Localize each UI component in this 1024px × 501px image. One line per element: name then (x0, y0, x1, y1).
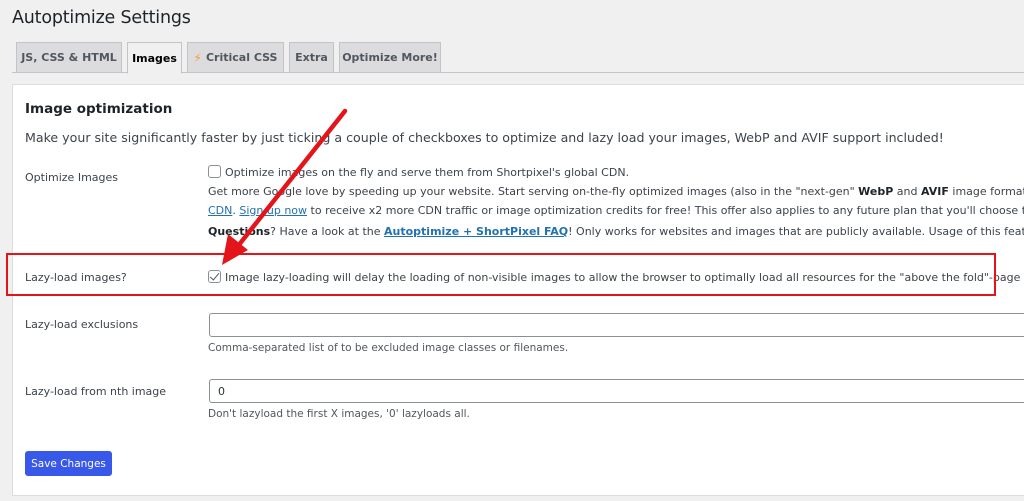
optimize-images-label: Optimize Images (25, 171, 119, 184)
optimize-images-desc-line1: Get more Google love by speeding up your… (208, 182, 1024, 201)
lazy-load-images-label: Lazy-load images? (25, 271, 127, 284)
webp-text: WebP (858, 185, 894, 198)
optimize-images-checkbox[interactable] (208, 165, 221, 178)
section-title: Image optimization (25, 101, 173, 117)
tab-extra[interactable]: Extra (289, 42, 334, 73)
section-description: Make your site significantly faster by j… (25, 130, 944, 145)
tab-critical-css[interactable]: ⚡ Critical CSS (187, 42, 284, 73)
lazy-load-exclusions-label: Lazy-load exclusions (25, 318, 139, 331)
lazy-load-nth-label: Lazy-load from nth image (25, 385, 167, 398)
optimize-images-desc-line3: Questions? Have a look at the Autoptimiz… (208, 222, 1024, 241)
lazy-load-exclusions-input[interactable] (209, 313, 1024, 337)
lazy-load-nth-input[interactable] (209, 379, 1024, 403)
sign-up-link[interactable]: Sign up now (239, 204, 307, 217)
desc-text: and (893, 185, 921, 198)
desc-text: ? Have a look at the (270, 225, 384, 238)
avif-text: AVIF (921, 185, 949, 198)
optimize-images-option[interactable]: Optimize images on the fly and serve the… (208, 163, 1024, 182)
lazy-load-images-option[interactable]: Image lazy-loading will delay the loadin… (208, 268, 1024, 287)
cdn-link[interactable]: CDN (208, 204, 232, 217)
faq-link[interactable]: Autoptimize + ShortPixel FAQ (384, 225, 568, 238)
tab-label: Extra (295, 51, 328, 64)
page-title: Autoptimize Settings (12, 8, 191, 28)
tab-label: JS, CSS & HTML (21, 51, 117, 64)
lazy-load-nth-help: Don't lazyload the first X images, '0' l… (208, 408, 470, 420)
tab-optimize-more[interactable]: Optimize More! (339, 42, 441, 73)
tab-bar: JS, CSS & HTML Images ⚡ Critical CSS Ext… (12, 42, 1024, 74)
tab-label: Images (132, 51, 177, 65)
desc-text: ! Only works for websites and images tha… (568, 225, 1024, 238)
settings-card: Image optimization Make your site signif… (12, 84, 1024, 496)
desc-text: Get more Google love by speeding up your… (208, 185, 859, 198)
tab-images[interactable]: Images (127, 42, 182, 74)
tab-label: Critical CSS (205, 51, 278, 64)
lazy-load-exclusions-help: Comma-separated list of to be excluded i… (208, 342, 569, 354)
tab-js-css-html[interactable]: JS, CSS & HTML (16, 42, 122, 73)
lazy-load-images-checkbox-label: Image lazy-loading will delay the loadin… (225, 271, 1024, 284)
optimize-images-desc-line2: CDN. Sign up now to receive x2 more CDN … (208, 201, 1024, 220)
desc-text: to receive x2 more CDN traffic or image … (307, 204, 1024, 217)
save-changes-button[interactable]: Save Changes (25, 451, 112, 476)
tab-label: Optimize More! (342, 51, 438, 64)
optimize-images-checkbox-label: Optimize images on the fly and serve the… (225, 166, 630, 179)
questions-text: Questions (208, 225, 271, 238)
lightning-bolt-icon: ⚡ (193, 50, 202, 65)
optimize-images-field: Optimize images on the fly and serve the… (208, 163, 1024, 241)
lazy-load-images-checkbox[interactable] (208, 270, 221, 283)
desc-text: image formats) by (952, 185, 1024, 198)
